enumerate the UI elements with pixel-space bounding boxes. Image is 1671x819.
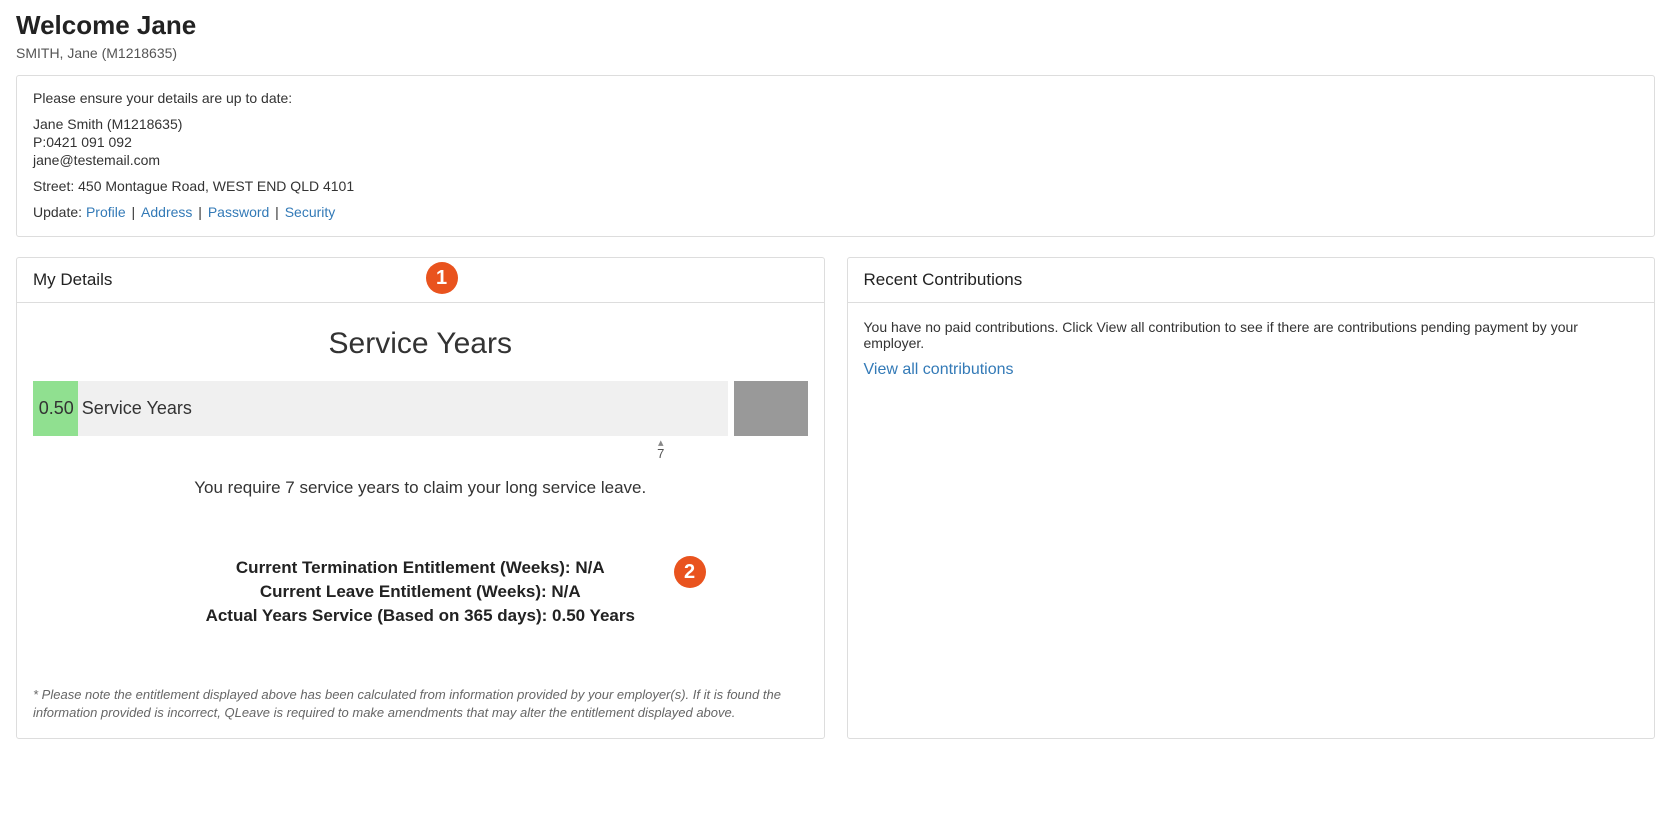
actual-years-service: Actual Years Service (Based on 365 days)… bbox=[33, 606, 808, 626]
contributions-heading: Recent Contributions bbox=[848, 258, 1655, 303]
bar-series-label: Service Years bbox=[78, 398, 192, 419]
profile-link[interactable]: Profile bbox=[86, 204, 126, 220]
password-link[interactable]: Password bbox=[208, 204, 269, 220]
recent-contributions-panel: Recent Contributions You have no paid co… bbox=[847, 257, 1656, 739]
address-link[interactable]: Address bbox=[141, 204, 192, 220]
separator: | bbox=[128, 204, 139, 220]
service-years-chart: 0.50 Service Years ▴ 7 bbox=[33, 381, 808, 458]
no-contributions-message: You have no paid contributions. Click Vi… bbox=[864, 319, 1639, 351]
separator: | bbox=[194, 204, 205, 220]
view-all-contributions-link[interactable]: View all contributions bbox=[864, 361, 1014, 378]
my-details-panel: My Details 1 Service Years 0.50 Service … bbox=[16, 257, 825, 739]
bar-value: 0.50 bbox=[39, 398, 74, 419]
bar-fill: 0.50 bbox=[33, 381, 78, 436]
bar-track: 0.50 Service Years bbox=[33, 381, 728, 436]
my-details-heading: My Details bbox=[17, 258, 824, 303]
details-panel: Please ensure your details are up to dat… bbox=[16, 75, 1655, 237]
disclaimer-text: * Please note the entitlement displayed … bbox=[33, 686, 808, 722]
entitlement-group: 2 Current Termination Entitlement (Weeks… bbox=[33, 558, 808, 626]
annotation-callout-1: 1 bbox=[426, 262, 458, 294]
page-subtitle: SMITH, Jane (M1218635) bbox=[16, 45, 1655, 61]
user-phone-line: P:0421 091 092 bbox=[33, 134, 1638, 150]
requirement-text: You require 7 service years to claim you… bbox=[33, 478, 808, 498]
separator: | bbox=[271, 204, 282, 220]
bar-extra-block bbox=[734, 381, 808, 436]
update-label: Update: bbox=[33, 204, 82, 220]
user-name-line: Jane Smith (M1218635) bbox=[33, 116, 1638, 132]
user-address-line: Street: 450 Montague Road, WEST END QLD … bbox=[33, 178, 1638, 194]
security-link[interactable]: Security bbox=[285, 204, 336, 220]
axis-tick-zone: ▴ 7 bbox=[33, 438, 728, 458]
user-email-line: jane@testemail.com bbox=[33, 152, 1638, 168]
annotation-callout-2: 2 bbox=[674, 556, 706, 588]
service-years-chart-title: Service Years bbox=[33, 327, 808, 361]
page-title: Welcome Jane bbox=[16, 10, 1655, 41]
update-links-row: Update: Profile | Address | Password | S… bbox=[33, 204, 1638, 220]
ensure-text: Please ensure your details are up to dat… bbox=[33, 90, 1638, 106]
threshold-tick-label: 7 bbox=[657, 446, 664, 461]
